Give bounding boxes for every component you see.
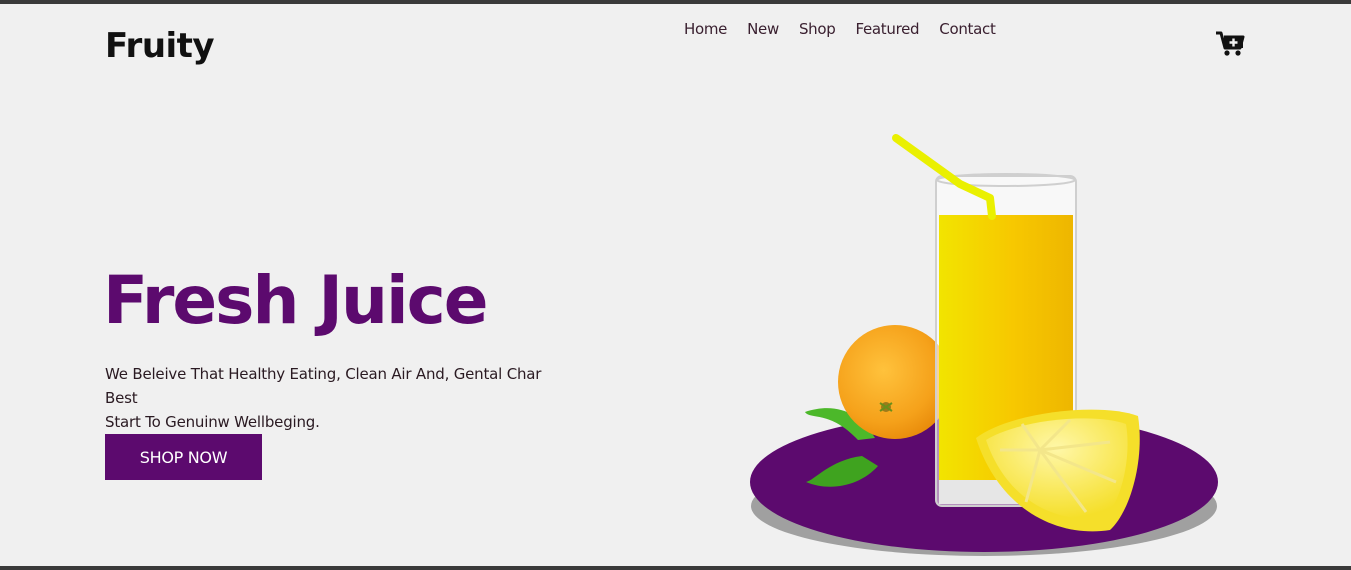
- hero-description-line-2: Start To Genuinw Wellbeging.: [105, 413, 320, 431]
- nav-item-featured[interactable]: Featured: [855, 20, 919, 38]
- main-nav: Home New Shop Featured Contact: [684, 20, 996, 38]
- hero-description: We Beleive That Healthy Eating, Clean Ai…: [105, 362, 575, 434]
- window-top-border: [0, 0, 1351, 4]
- cart-plus-icon[interactable]: [1214, 30, 1246, 58]
- window-bottom-border: [0, 566, 1351, 570]
- shop-now-button[interactable]: SHOP NOW: [105, 434, 262, 480]
- nav-item-shop[interactable]: Shop: [799, 20, 836, 38]
- juice-illustration: [740, 120, 1230, 566]
- landing-page: Fruity Home New Shop Featured Contact Fr…: [0, 0, 1351, 570]
- nav-item-home[interactable]: Home: [684, 20, 727, 38]
- orange-fruit: [838, 325, 952, 439]
- brand-logo[interactable]: Fruity: [105, 26, 215, 66]
- hero-title: Fresh Juice: [103, 262, 488, 339]
- hero-description-line-1: We Beleive That Healthy Eating, Clean Ai…: [105, 365, 542, 407]
- nav-item-new[interactable]: New: [747, 20, 779, 38]
- nav-item-contact[interactable]: Contact: [939, 20, 996, 38]
